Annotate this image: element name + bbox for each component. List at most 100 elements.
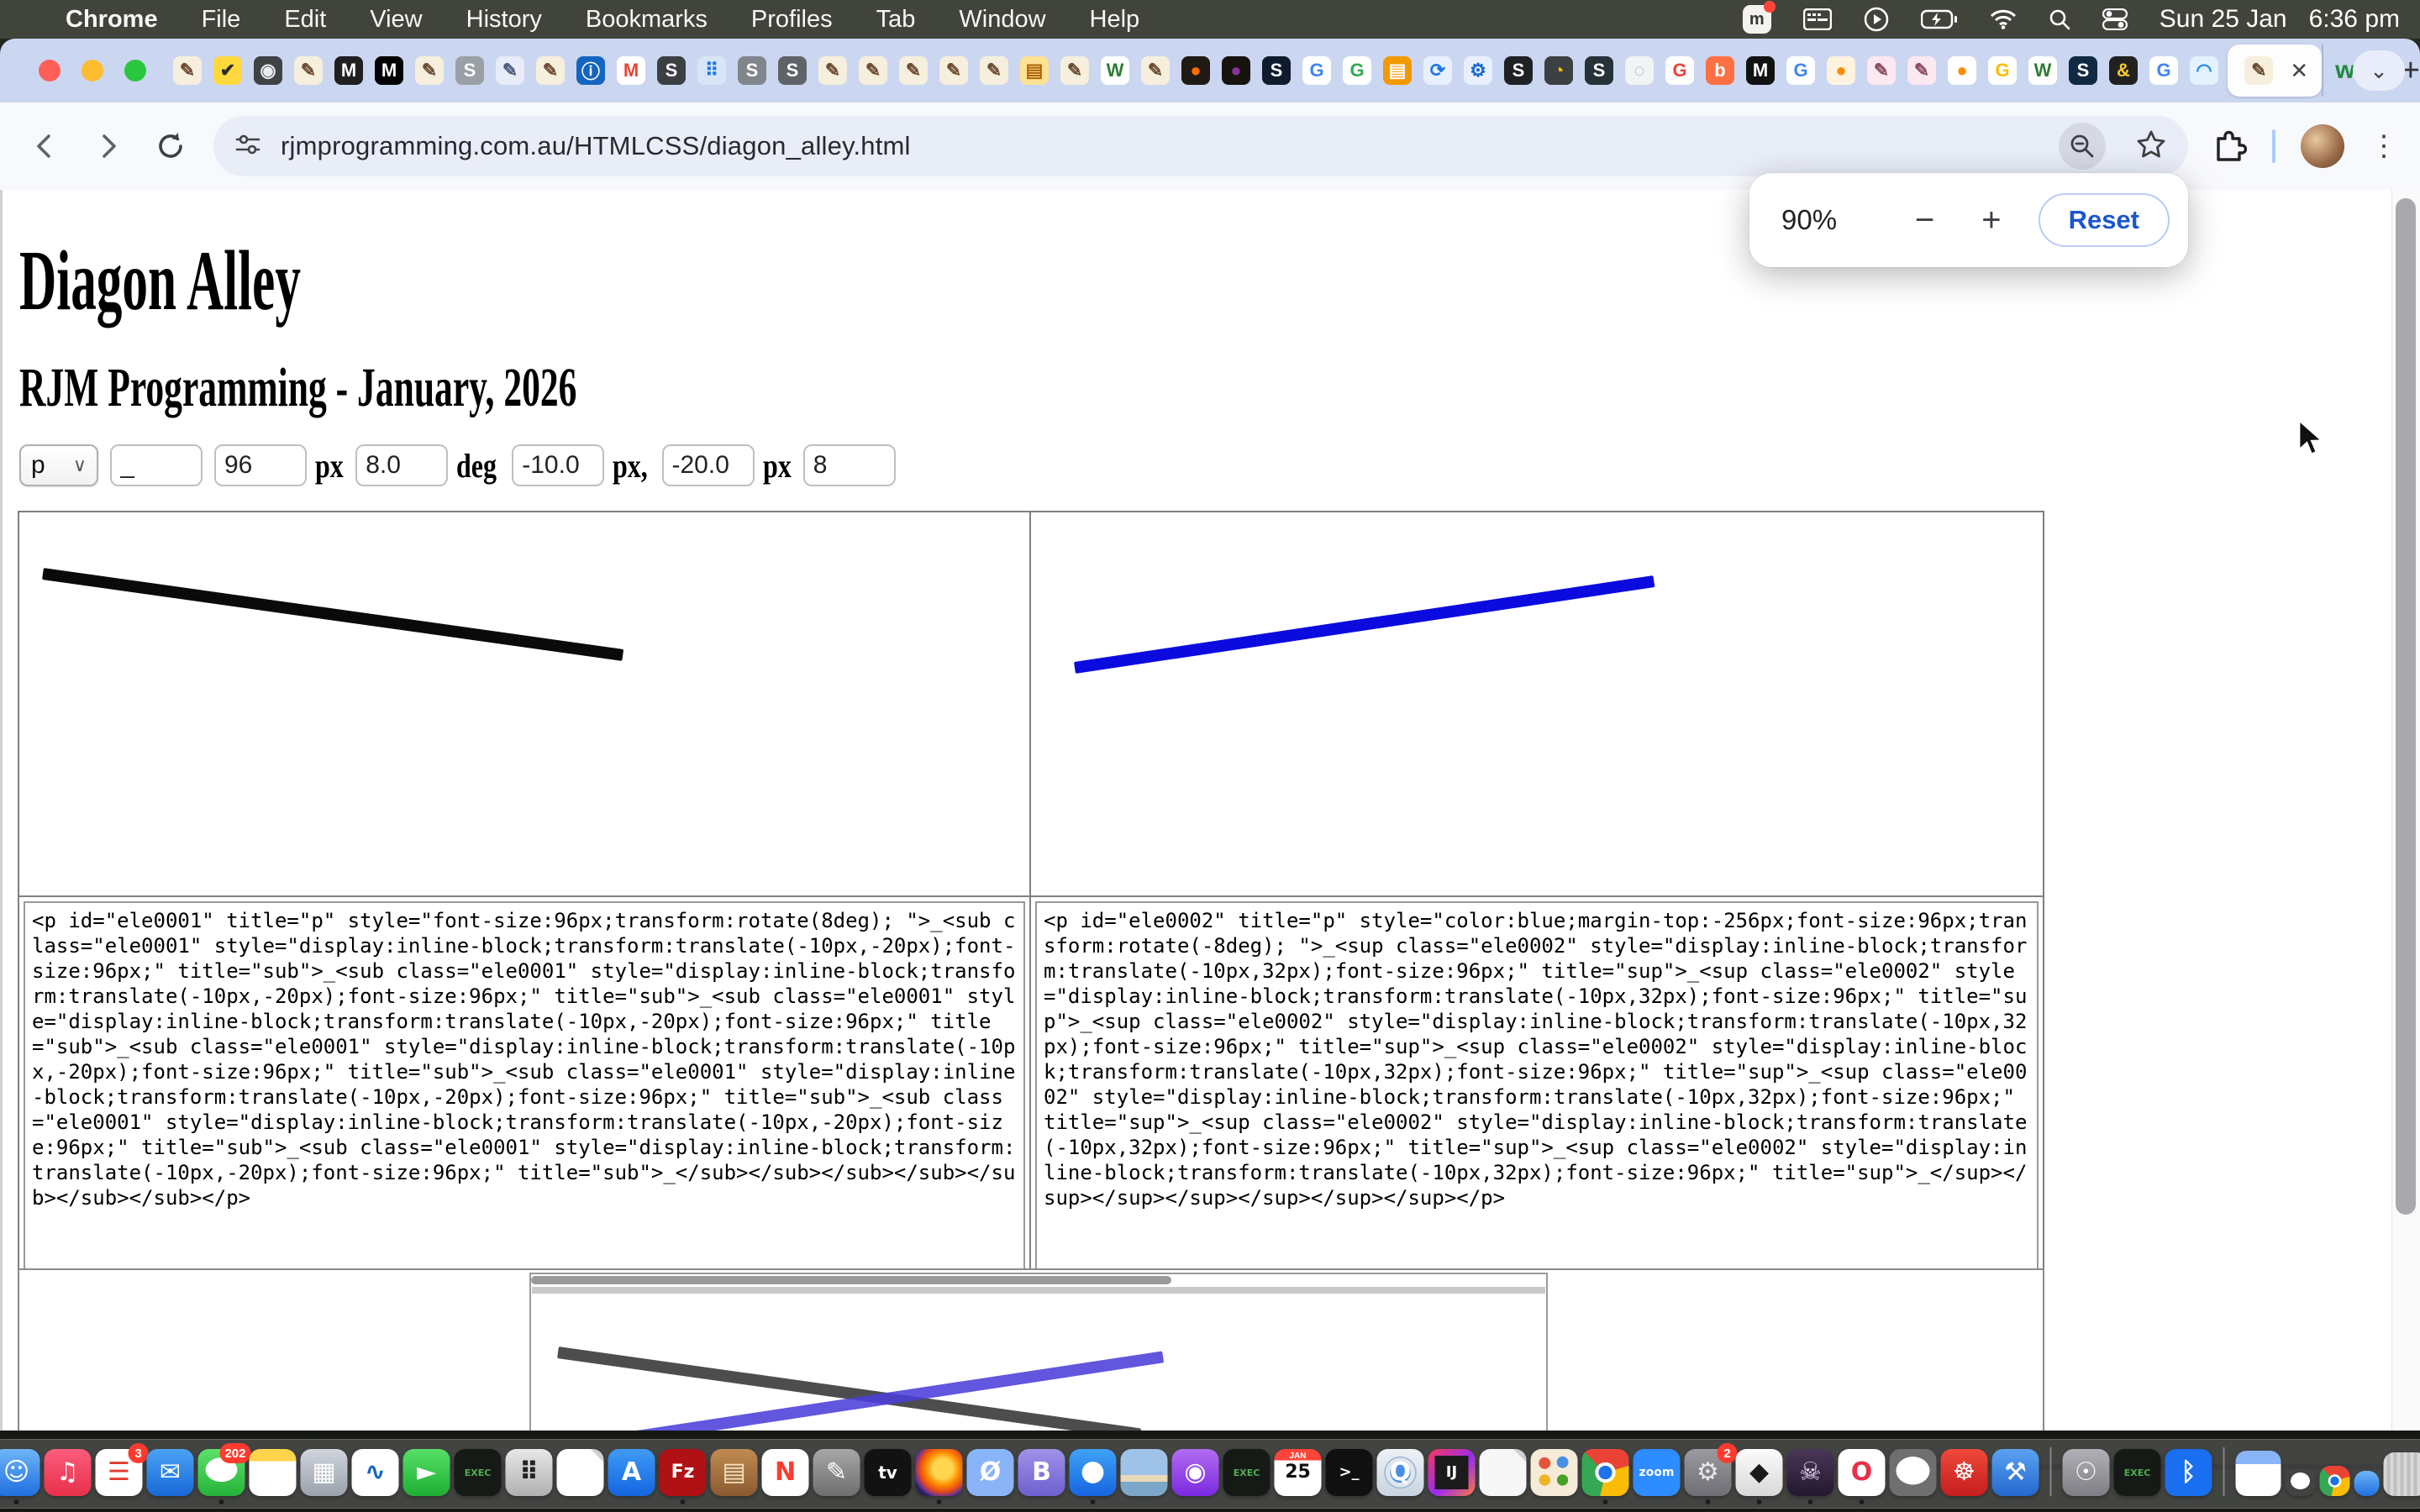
menu-history[interactable]: History	[466, 6, 542, 34]
dock-item-bluetooth[interactable]: ᛒ	[2165, 1449, 2212, 1496]
dock-item-chart-wave[interactable]: ∿	[352, 1449, 399, 1496]
pinned-tab[interactable]: ✎	[291, 49, 326, 92]
menu-bar-clock[interactable]: Sun 25 Jan 6:36 pm	[2160, 5, 2400, 34]
dock-item-mail[interactable]: ✉	[147, 1449, 194, 1496]
address-bar[interactable]: rjmprogramming.com.au/HTMLCSS/diagon_all…	[213, 116, 2188, 176]
wifi-icon[interactable]	[1990, 4, 2017, 34]
dock-item-tooth-app[interactable]	[1890, 1449, 1937, 1496]
extensions-icon[interactable]	[2212, 127, 2247, 166]
dock-item-terminal-exec-2[interactable]: EXEC	[1223, 1449, 1270, 1496]
zoom-out-page-icon[interactable]	[2059, 123, 2106, 170]
pinned-tab[interactable]: W	[1097, 49, 1133, 92]
pinned-tab[interactable]: ✎	[815, 49, 850, 92]
menu-bookmarks[interactable]: Bookmarks	[586, 6, 708, 34]
dock-item-build-app[interactable]: ⚒	[1992, 1449, 2039, 1496]
pinned-tab[interactable]: G	[1299, 49, 1334, 92]
pinned-tab[interactable]: ✎	[1138, 49, 1173, 92]
dock-item-art-palette[interactable]	[1531, 1449, 1578, 1496]
forward-button[interactable]	[91, 129, 124, 163]
dock-item-opera[interactable]: O	[1839, 1449, 1886, 1496]
dock-item-chrome-mini[interactable]	[2320, 1466, 2350, 1496]
pinned-tab[interactable]: ✎	[1057, 49, 1092, 92]
dock-item-calendar[interactable]: JAN25	[1275, 1449, 1322, 1496]
keyboard-viewer-icon[interactable]	[1803, 4, 1832, 34]
fullscreen-window-button[interactable]	[124, 60, 146, 81]
menu-chrome[interactable]: Chrome	[66, 6, 158, 34]
pinned-tab[interactable]: G	[1662, 49, 1697, 92]
pinned-tab[interactable]: ◔	[1541, 49, 1576, 92]
pinned-tab[interactable]: S	[2065, 49, 2101, 92]
pinned-tab[interactable]: S	[452, 49, 487, 92]
pinned-tab[interactable]: ⓘ	[573, 49, 608, 92]
pinned-tab[interactable]: ◉	[250, 49, 286, 92]
dock-item-tooth-mini[interactable]	[2286, 1466, 2316, 1496]
dock-item-gauge-app[interactable]: ☸	[1941, 1449, 1988, 1496]
minimize-window-button[interactable]	[82, 60, 103, 81]
dock-item-window-thumbnail[interactable]	[2236, 1451, 2281, 1496]
active-tab[interactable]: ✎ ✕	[2228, 45, 2322, 97]
dock-item-finder[interactable]: ☺	[0, 1449, 40, 1496]
zoom-decrease-button[interactable]: −	[1915, 202, 1934, 239]
pinned-tab[interactable]: S	[1501, 49, 1536, 92]
dock-item-phone-mini[interactable]	[2354, 1471, 2380, 1496]
dock-item-keypad[interactable]: ⠿	[506, 1449, 553, 1496]
dock-item-accessibility[interactable]: ☉	[2063, 1449, 2110, 1496]
left-code-textarea[interactable]: <p id="ele0001" title="p" style="font-si…	[24, 901, 1025, 1303]
page-scrollbar-thumb[interactable]	[2396, 198, 2416, 1215]
menu-edit[interactable]: Edit	[284, 6, 326, 34]
pinned-tab[interactable]: G	[2146, 49, 2181, 92]
pinned-tab[interactable]: G	[1783, 49, 1818, 92]
dock-item-safari[interactable]	[1070, 1449, 1117, 1496]
pinned-tab[interactable]: b	[1702, 49, 1738, 92]
pinned-tab[interactable]: ◠	[2186, 49, 2222, 92]
param-input-4[interactable]	[355, 444, 448, 486]
pinned-tab[interactable]: ▤	[1017, 49, 1052, 92]
pinned-tab[interactable]: M	[1743, 49, 1778, 92]
pinned-tab[interactable]: ●	[1944, 49, 1980, 92]
pinned-tab[interactable]: ✎	[170, 49, 205, 92]
param-input-6[interactable]	[512, 444, 604, 486]
pinned-tab[interactable]: ✎	[855, 49, 891, 92]
dock-item-launchpad[interactable]: ▦	[301, 1449, 348, 1496]
chrome-menu-icon[interactable]: ⋮	[2370, 129, 2398, 163]
pinned-tab[interactable]: ◌	[1622, 49, 1657, 92]
reload-button[interactable]	[153, 129, 188, 164]
pinned-tab[interactable]: ✎	[976, 49, 1012, 92]
dock-item-facetime[interactable]: ►	[403, 1449, 450, 1496]
close-window-button[interactable]	[39, 60, 60, 81]
notification-app-icon[interactable]: m	[1743, 5, 1771, 34]
dock-item-firefox[interactable]	[916, 1449, 963, 1496]
dock-item-preview[interactable]	[1121, 1449, 1168, 1496]
menu-view[interactable]: View	[370, 6, 422, 34]
pinned-tab[interactable]: S	[734, 49, 770, 92]
pinned-tab[interactable]: ●	[1178, 49, 1213, 92]
dock-item-bbedit[interactable]: B	[1018, 1449, 1065, 1496]
dock-item-podcasts[interactable]: ◉	[1172, 1449, 1219, 1496]
pinned-tab[interactable]: ✔	[210, 49, 245, 92]
pinned-tab[interactable]: M	[613, 49, 649, 92]
pinned-tab[interactable]: ✎	[1864, 49, 1899, 92]
menu-tab[interactable]: Tab	[876, 6, 916, 34]
zoom-increase-button[interactable]: +	[1981, 202, 2001, 239]
pinned-tab[interactable]: M	[331, 49, 366, 92]
dock-item-intellij[interactable]: IJ	[1428, 1449, 1476, 1496]
pinned-tab[interactable]: ✎	[936, 49, 971, 92]
profile-avatar[interactable]	[2301, 124, 2344, 168]
pinned-tab[interactable]: ⚙	[1460, 49, 1496, 92]
dock-item-text-doc[interactable]	[557, 1449, 604, 1496]
param-input-8[interactable]	[662, 444, 755, 486]
tab-search-button[interactable]: ⌄	[2353, 50, 2405, 91]
pinned-tab[interactable]: M	[371, 49, 407, 92]
dock-item-messages[interactable]: 202	[198, 1449, 245, 1496]
dock-item-purple-skull-app[interactable]: ☠	[1787, 1449, 1834, 1496]
right-code-textarea[interactable]: <p id="ele0002" title="p" style="color:b…	[1035, 901, 2039, 1303]
menu-file[interactable]: File	[202, 6, 241, 34]
dock-item-terminal-exec[interactable]: EXEC	[455, 1449, 502, 1496]
horizontal-scrollbar-thumb[interactable]	[531, 1276, 1171, 1284]
bookmark-star-icon[interactable]	[2134, 128, 2168, 165]
spotlight-search-icon[interactable]	[2049, 4, 2070, 34]
dock-item-inkscape[interactable]: ◆	[1736, 1449, 1783, 1496]
pinned-tab[interactable]: ✎	[533, 49, 568, 92]
pinned-tab[interactable]: ⠿	[694, 49, 729, 92]
dock-item-filezilla[interactable]: Fz	[660, 1449, 707, 1496]
